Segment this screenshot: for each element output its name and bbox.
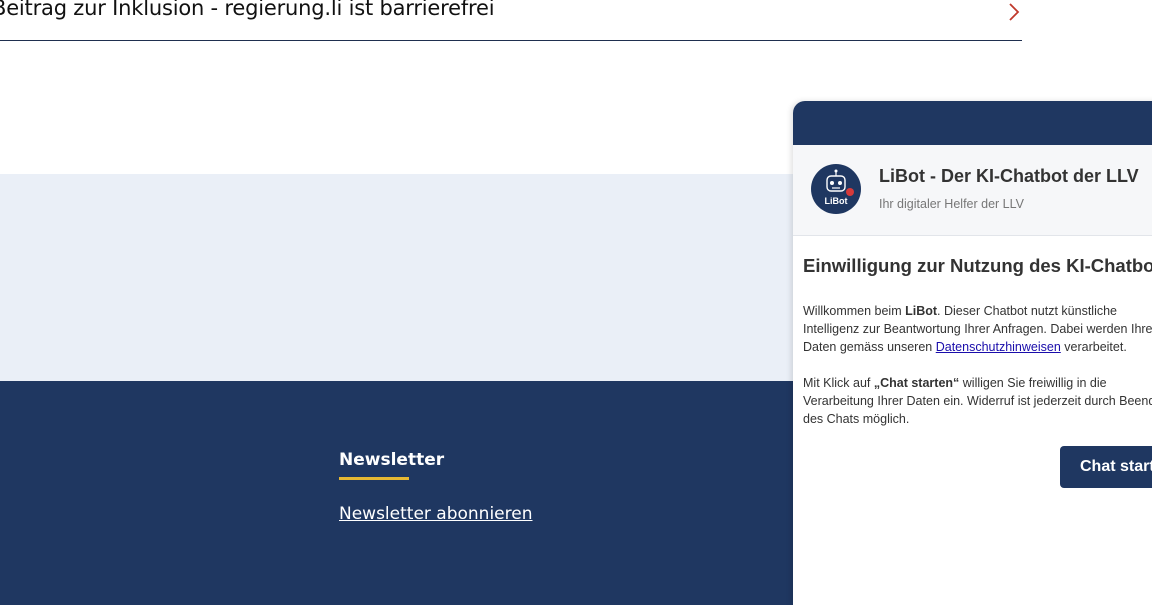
chat-start-button[interactable]: Chat starten	[1060, 446, 1152, 488]
chat-topbar	[793, 101, 1152, 145]
consent-text: verarbeitet.	[1060, 340, 1127, 354]
consent-bot-name: LiBot	[905, 304, 938, 318]
consent-text: Mit Klick auf	[803, 376, 874, 390]
consent-text: Willkommen beim	[803, 304, 906, 318]
chatbot-panel: LiBot LiBot - Der KI-Chatbot der LLV Ihr…	[793, 101, 1152, 605]
chat-bot-subtitle: Ihr digitaler Helfer der LLV	[879, 197, 1024, 211]
consent-button-reference: „Chat starten“	[873, 376, 960, 390]
chat-header: LiBot LiBot - Der KI-Chatbot der LLV Ihr…	[793, 145, 1152, 236]
consent-title: Einwilligung zur Nutzung des KI-Chatbots	[803, 255, 1152, 276]
chevron-right-icon	[1009, 3, 1020, 21]
newsletter-heading: Newsletter	[339, 450, 445, 470]
avatar: LiBot	[811, 164, 861, 214]
newsletter-subscribe-link[interactable]: Newsletter abonnieren	[339, 504, 533, 524]
inklusion-link-row[interactable]: Beitrag zur Inklusion - regierung.li ist…	[0, 0, 1022, 41]
robot-icon: LiBot	[812, 165, 860, 213]
consent-paragraph-agreement: Mit Klick auf „Chat starten“ willigen Si…	[803, 374, 1152, 428]
consent-paragraph-intro: Willkommen beim LiBot. Dieser Chatbot nu…	[803, 302, 1152, 356]
privacy-notice-link[interactable]: Datenschutzhinweisen	[936, 340, 1061, 354]
inklusion-link-label: Beitrag zur Inklusion - regierung.li ist…	[0, 0, 495, 20]
chat-bot-name: LiBot - Der KI-Chatbot der LLV	[879, 166, 1139, 186]
avatar-label: LiBot	[825, 196, 848, 206]
newsletter-heading-underline	[339, 477, 409, 480]
